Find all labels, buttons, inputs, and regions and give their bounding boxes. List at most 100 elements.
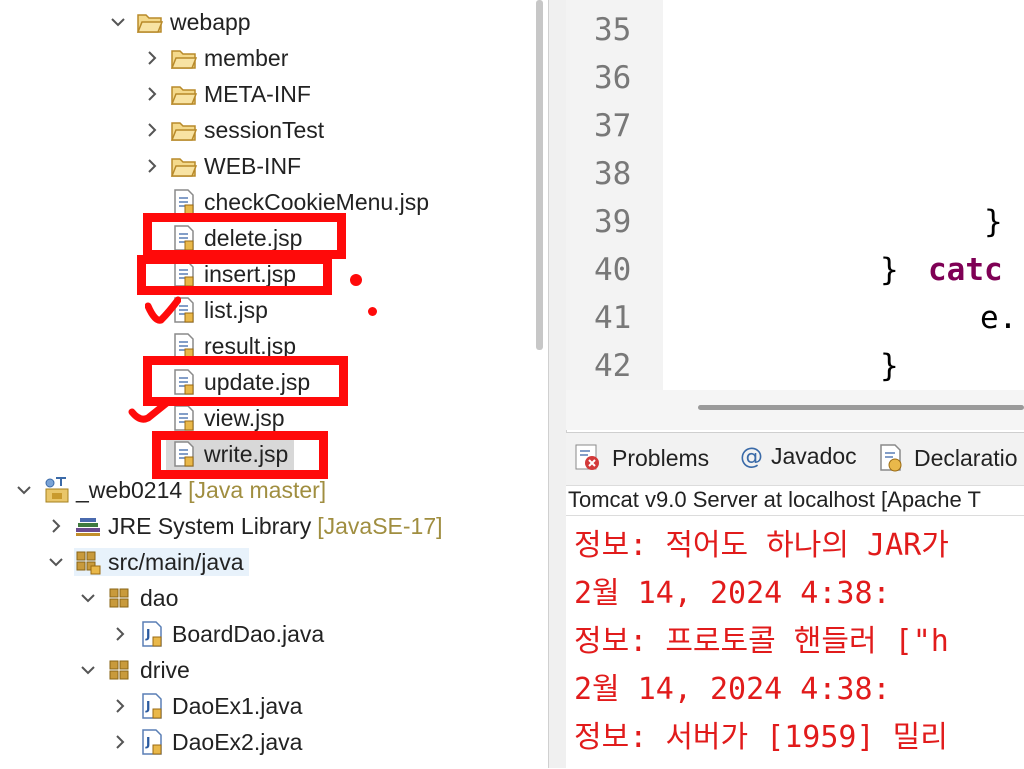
tree-item-label: checkCookieMenu.jsp	[204, 188, 430, 215]
tree-item-label: drive	[140, 656, 190, 683]
code-closing-brace: }	[880, 252, 899, 288]
line-number: 40	[594, 252, 632, 288]
annotation-checkmark	[128, 398, 172, 423]
code-editor[interactable]: 35 36 37 38 39 40 41 42 } } catc e. }	[566, 0, 1024, 430]
tab-problems[interactable]: Problems	[574, 443, 709, 473]
java-project-icon	[42, 476, 70, 504]
chevron-right-icon[interactable]	[46, 516, 66, 536]
tree-item-label: _web0214	[76, 476, 183, 503]
project-explorer: webapp member META-INF sessionTest WEB-I…	[0, 0, 527, 768]
javadoc-icon: @	[740, 443, 763, 470]
line-number: 36	[594, 60, 632, 96]
tree-item-label: sessionTest	[204, 116, 325, 143]
jsp-file-icon	[170, 404, 198, 432]
tree-item-boarddao-java[interactable]: J BoardDao.java	[110, 616, 324, 652]
tree-item-webapp[interactable]: webapp	[108, 4, 251, 40]
tree-item-meta-inf[interactable]: META-INF	[142, 76, 311, 112]
svg-text:J: J	[145, 699, 150, 713]
annotation-box-write	[152, 431, 328, 479]
chevron-right-icon[interactable]	[142, 120, 162, 140]
line-number: 41	[594, 300, 632, 336]
tree-item-label: DaoEx1.java	[172, 692, 303, 719]
chevron-right-icon[interactable]	[142, 84, 162, 104]
chevron-right-icon[interactable]	[142, 48, 162, 68]
tree-item-label: member	[204, 44, 289, 71]
tree-item-list-jsp[interactable]: list.jsp	[170, 292, 268, 328]
java-file-icon: J	[138, 620, 166, 648]
chevron-down-icon[interactable]	[78, 660, 98, 680]
tree-item-web-inf[interactable]: WEB-INF	[142, 148, 301, 184]
declaration-icon	[878, 443, 906, 473]
view-sash[interactable]	[548, 0, 567, 768]
java-file-icon: J	[138, 728, 166, 756]
annotation-box-delete	[143, 213, 346, 259]
line-number: 38	[594, 156, 632, 192]
tree-item-label: META-INF	[204, 80, 311, 107]
tree-item-jre-system-library[interactable]: JRE System Library [JavaSE-17]	[46, 508, 443, 544]
tree-item-package-drive[interactable]: drive	[78, 652, 190, 688]
console-line: 2월 14, 2024 4:38:	[574, 672, 891, 707]
code-exception-call: e.	[980, 300, 1018, 336]
chevron-right-icon[interactable]	[110, 696, 130, 716]
tree-item-label: list.jsp	[204, 296, 268, 323]
chevron-right-icon[interactable]	[110, 624, 130, 644]
line-number: 42	[594, 348, 632, 384]
folder-icon	[170, 80, 198, 108]
line-number: 37	[594, 108, 632, 144]
problems-icon	[574, 443, 604, 473]
tree-item-sessiontest[interactable]: sessionTest	[142, 112, 324, 148]
tree-item-label: webapp	[170, 8, 251, 35]
bottom-panel: Problems @ Javadoc Declaratio Tomcat v9.…	[566, 432, 1024, 769]
chevron-down-icon[interactable]	[108, 12, 128, 32]
tree-item-member[interactable]: member	[142, 40, 288, 76]
source-folder-highlight: src/main/java	[74, 548, 250, 576]
code-closing-brace: }	[880, 348, 899, 384]
panel-tab-bar: Problems @ Javadoc Declaratio	[566, 433, 1024, 486]
console-title: Tomcat v9.0 Server at localhost [Apache …	[568, 487, 981, 512]
annotation-box-update	[143, 356, 348, 406]
tree-item-daoex1-java[interactable]: J DaoEx1.java	[110, 688, 302, 724]
chevron-right-icon[interactable]	[110, 732, 130, 752]
package-icon	[106, 656, 134, 684]
java-file-icon: J	[138, 692, 166, 720]
explorer-scrollbar[interactable]	[536, 0, 543, 350]
console-line: 정보: 프로토콜 핸들러 ["h	[574, 624, 949, 659]
console-line: 정보: 적어도 하나의 JAR가	[574, 528, 949, 563]
tab-label: Declaratio	[914, 444, 1018, 471]
console-line: 정보: 서버가 [1959] 밀리	[574, 720, 948, 755]
tree-item-package-dao[interactable]: dao	[78, 580, 178, 616]
jsp-file-icon	[170, 188, 198, 216]
tree-item-label: DaoEx2.java	[172, 728, 303, 755]
open-folder-icon	[136, 8, 164, 36]
library-icon	[74, 512, 102, 540]
chevron-right-icon[interactable]	[142, 156, 162, 176]
annotation-dot	[368, 307, 377, 316]
tree-item-daoex2-java[interactable]: J DaoEx2.java	[110, 724, 302, 760]
tree-item-label: view.jsp	[204, 404, 285, 431]
console-output[interactable]: 정보: 적어도 하나의 JAR가 2월 14, 2024 4:38: 정보: 프…	[566, 515, 1024, 769]
chevron-down-icon[interactable]	[14, 480, 34, 500]
tab-javadoc[interactable]: @ Javadoc	[740, 443, 857, 470]
editor-horizontal-scrollbar[interactable]	[566, 390, 1024, 430]
annotation-checkmark	[145, 296, 181, 324]
chevron-down-icon[interactable]	[46, 552, 66, 572]
tab-declaration[interactable]: Declaratio	[878, 443, 1018, 473]
code-closing-brace: }	[984, 204, 1003, 240]
console-line: 2월 14, 2024 4:38:	[574, 576, 891, 611]
svg-text:J: J	[145, 627, 150, 641]
annotation-dot	[350, 274, 362, 286]
line-number: 39	[594, 204, 632, 240]
tree-item-label: src/main/java	[108, 548, 244, 575]
tab-label: Problems	[612, 444, 710, 471]
chevron-down-icon[interactable]	[78, 588, 98, 608]
tree-item-src-main-java[interactable]: src/main/java	[46, 544, 250, 580]
tree-item-label: JRE System Library	[108, 512, 312, 539]
line-number: 35	[594, 12, 632, 48]
folder-icon	[170, 116, 198, 144]
tree-item-label: WEB-INF	[204, 152, 302, 179]
source-folder-icon	[74, 548, 102, 576]
svg-text:J: J	[145, 735, 150, 749]
editor-scroll-thumb[interactable]	[698, 405, 1024, 410]
tree-item-label: BoardDao.java	[172, 620, 325, 647]
folder-icon	[170, 152, 198, 180]
